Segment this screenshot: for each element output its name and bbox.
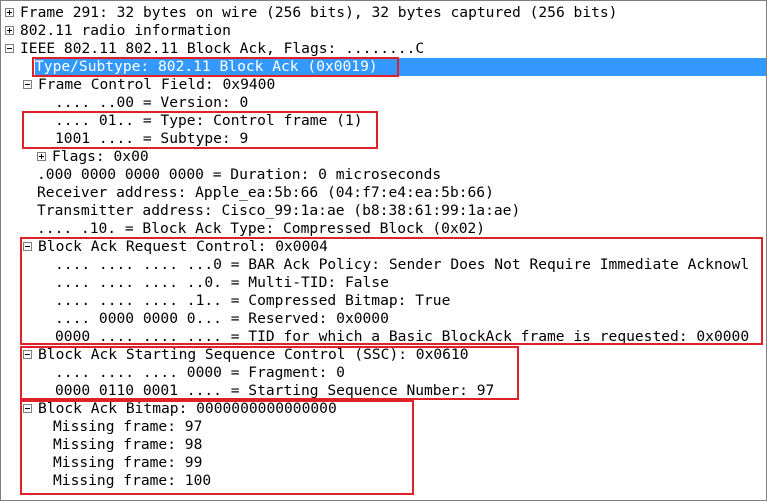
tree-item-label: 802.11 radio information xyxy=(20,22,231,39)
tree-item-bar-ack-policy[interactable]: .... .... .... ...0 = BAR Ack Policy: Se… xyxy=(55,256,749,274)
collapse-icon[interactable] xyxy=(5,44,14,53)
tree-item-label: Block Ack Bitmap: 0000000000000000 xyxy=(38,400,337,417)
tree-item-label: .000 0000 0000 0000 = Duration: 0 micros… xyxy=(37,166,442,183)
tree-item-block-ack-bitmap[interactable]: Block Ack Bitmap: 0000000000000000 xyxy=(23,400,337,418)
tree-item-label: .... .10. = Block Ack Type: Compressed B… xyxy=(37,220,486,237)
tree-item-type[interactable]: .... 01.. = Type: Control frame (1) xyxy=(55,112,363,130)
tree-item-label: Receiver address: Apple_ea:5b:66 (04:f7:… xyxy=(37,184,494,201)
tree-item-label: .... .... .... ...0 = BAR Ack Policy: Se… xyxy=(55,256,750,273)
tree-item-label: .... 0000 0000 0... = Reserved: 0x0000 xyxy=(55,310,389,327)
expand-icon[interactable] xyxy=(5,8,14,17)
tree-item-transmitter-address[interactable]: Transmitter address: Cisco_99:1a:ae (b8:… xyxy=(37,202,520,220)
tree-item-tid[interactable]: 0000 .... .... .... = TID for which a Ba… xyxy=(55,328,749,346)
tree-item-flags[interactable]: Flags: 0x00 xyxy=(37,148,149,166)
collapse-icon[interactable] xyxy=(23,242,32,251)
collapse-icon[interactable] xyxy=(23,350,32,359)
tree-item-label: .... ..00 = Version: 0 xyxy=(55,94,249,111)
tree-item-label: Missing frame: 97 xyxy=(53,418,203,435)
tree-item-missing-frame[interactable]: Missing frame: 100 xyxy=(53,472,211,490)
tree-item-missing-frame[interactable]: Missing frame: 99 xyxy=(53,454,202,472)
tree-item-label: IEEE 802.11 802.11 Block Ack, Flags: ...… xyxy=(20,40,425,57)
tree-item-duration[interactable]: .000 0000 0000 0000 = Duration: 0 micros… xyxy=(37,166,441,184)
tree-item-receiver-address[interactable]: Receiver address: Apple_ea:5b:66 (04:f7:… xyxy=(37,184,494,202)
tree-item-label: Type/Subtype: 802.11 Block Ack (0x0019) xyxy=(35,58,378,75)
tree-item-label: 0000 .... .... .... = TID for which a Ba… xyxy=(55,328,750,345)
tree-item-label: Frame 291: 32 bytes on wire (256 bits), … xyxy=(20,4,618,21)
tree-item-label: Block Ack Request Control: 0x0004 xyxy=(38,238,328,255)
tree-item-label: Flags: 0x00 xyxy=(52,148,149,165)
tree-item-label: Missing frame: 98 xyxy=(53,436,203,453)
tree-item-compressed-bitmap[interactable]: .... .... .... .1.. = Compressed Bitmap:… xyxy=(55,292,450,310)
tree-item-reserved[interactable]: .... 0000 0000 0... = Reserved: 0x0000 xyxy=(55,310,389,328)
tree-item-starting-sequence-control[interactable]: Block Ack Starting Sequence Control (SSC… xyxy=(23,346,469,364)
tree-item-label: 0000 0110 0001 .... = Starting Sequence … xyxy=(55,382,495,399)
tree-item-frame-control-field[interactable]: Frame Control Field: 0x9400 xyxy=(23,76,275,94)
expand-icon[interactable] xyxy=(5,26,14,35)
tree-item-subtype[interactable]: 1001 .... = Subtype: 9 xyxy=(55,130,248,148)
tree-item-label: .... .... .... .1.. = Compressed Bitmap:… xyxy=(55,292,451,309)
tree-item-label: Missing frame: 100 xyxy=(53,472,212,489)
tree-item-missing-frame[interactable]: Missing frame: 98 xyxy=(53,436,202,454)
tree-item-frame[interactable]: Frame 291: 32 bytes on wire (256 bits), … xyxy=(5,4,617,22)
tree-item-version[interactable]: .... ..00 = Version: 0 xyxy=(55,94,248,112)
tree-item-fragment[interactable]: .... .... .... 0000 = Fragment: 0 xyxy=(55,364,345,382)
tree-item-label: Transmitter address: Cisco_99:1a:ae (b8:… xyxy=(37,202,521,219)
tree-item-label: .... 01.. = Type: Control frame (1) xyxy=(55,112,363,129)
tree-item-missing-frame[interactable]: Missing frame: 97 xyxy=(53,418,202,436)
tree-item-multi-tid[interactable]: .... .... .... ..0. = Multi-TID: False xyxy=(55,274,389,292)
tree-item-label: 1001 .... = Subtype: 9 xyxy=(55,130,249,147)
packet-details-pane: Frame 291: 32 bytes on wire (256 bits), … xyxy=(0,0,767,501)
tree-item-radio-information[interactable]: 802.11 radio information xyxy=(5,22,231,40)
tree-item-label: Frame Control Field: 0x9400 xyxy=(38,76,276,93)
collapse-icon[interactable] xyxy=(23,80,32,89)
tree-item-label: .... .... .... ..0. = Multi-TID: False xyxy=(55,274,389,291)
tree-item-type-subtype-selected[interactable]: Type/Subtype: 802.11 Block Ack (0x0019) xyxy=(35,58,766,76)
tree-item-starting-sequence-number[interactable]: 0000 0110 0001 .... = Starting Sequence … xyxy=(55,382,494,400)
tree-item-label: .... .... .... 0000 = Fragment: 0 xyxy=(55,364,345,381)
collapse-icon[interactable] xyxy=(23,404,32,413)
tree-item-block-ack-type[interactable]: .... .10. = Block Ack Type: Compressed B… xyxy=(37,220,485,238)
tree-item-block-ack-request-control[interactable]: Block Ack Request Control: 0x0004 xyxy=(23,238,328,256)
tree-item-label: Block Ack Starting Sequence Control (SSC… xyxy=(38,346,469,363)
tree-item-ieee80211[interactable]: IEEE 802.11 802.11 Block Ack, Flags: ...… xyxy=(5,40,424,58)
expand-icon[interactable] xyxy=(37,152,46,161)
tree-item-label: Missing frame: 99 xyxy=(53,454,203,471)
